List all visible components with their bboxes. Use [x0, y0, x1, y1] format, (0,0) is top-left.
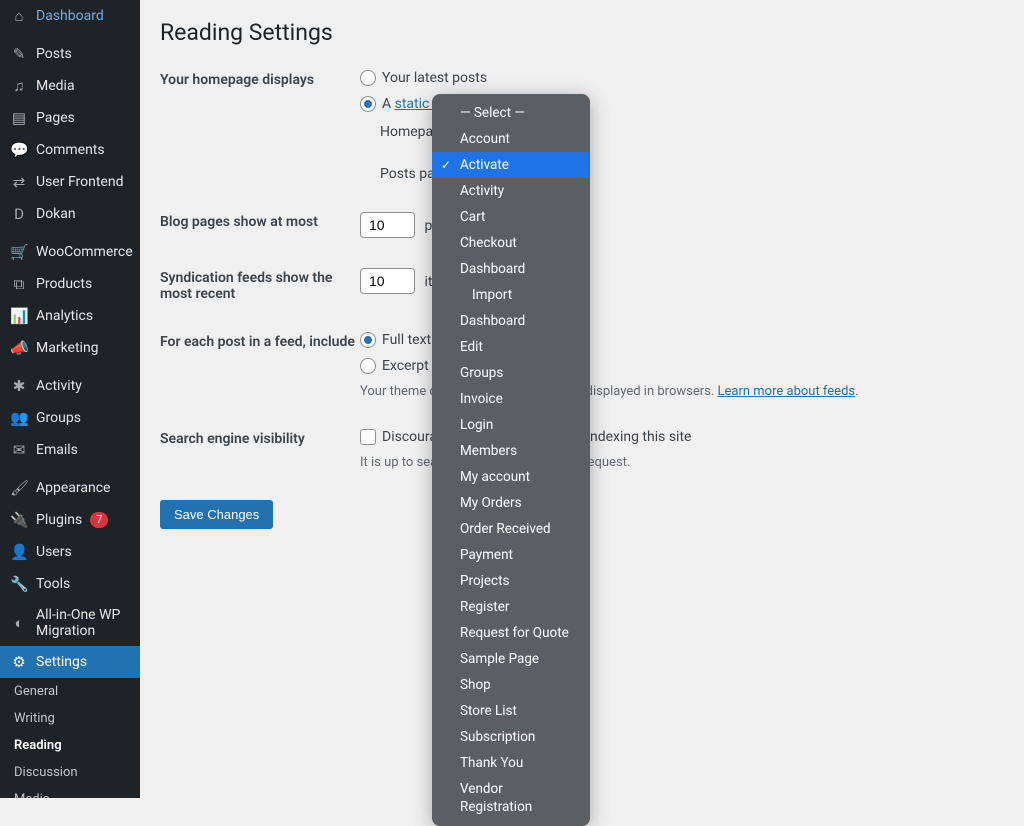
sidebar-item-analytics[interactable]: 📊Analytics: [0, 300, 140, 332]
comments-icon: 💬: [10, 141, 28, 159]
marketing-icon: 📣: [10, 339, 28, 357]
all-in-one-wp-migration-icon: ◐: [10, 614, 28, 632]
sidebar-sub-discussion[interactable]: Discussion: [0, 759, 140, 786]
radio-full-text-label: Full text: [382, 332, 431, 348]
users-icon: 👤: [10, 543, 28, 561]
dropdown-option-login[interactable]: Login: [432, 412, 590, 438]
sidebar-item-user-frontend[interactable]: ⇄User Frontend: [0, 166, 140, 198]
dashboard-icon: ⌂: [10, 7, 28, 25]
sidebar-item-activity[interactable]: ✱Activity: [0, 370, 140, 402]
blog-pages-label: Blog pages show at most: [160, 212, 360, 230]
media-icon: ♫: [10, 77, 28, 95]
sidebar-item-woocommerce[interactable]: 🛒WooCommerce: [0, 236, 140, 268]
sidebar-sub-media[interactable]: Media: [0, 786, 140, 798]
dropdown-option-shop[interactable]: Shop: [432, 672, 590, 698]
radio-latest-posts-label: Your latest posts: [382, 70, 487, 86]
sidebar-item-media[interactable]: ♫Media: [0, 70, 140, 102]
user-frontend-icon: ⇄: [10, 173, 28, 191]
sidebar-item-products[interactable]: ⧉Products: [0, 268, 140, 300]
dropdown-option-account[interactable]: Account: [432, 126, 590, 152]
sidebar-item-all-in-one-wp-migration[interactable]: ◐All-in-One WP Migration: [0, 600, 140, 646]
activity-icon: ✱: [10, 377, 28, 395]
sidebar-sub-reading[interactable]: Reading: [0, 732, 140, 759]
sidebar-item-posts[interactable]: ✎Posts: [0, 38, 140, 70]
discourage-checkbox[interactable]: [360, 429, 376, 445]
syndication-input[interactable]: [360, 268, 415, 294]
groups-icon: 👥: [10, 409, 28, 427]
dropdown-option-register[interactable]: Register: [432, 594, 590, 620]
syndication-label: Syndication feeds show the most recent: [160, 268, 360, 302]
dropdown-option-cart[interactable]: Cart: [432, 204, 590, 230]
dropdown-option-checkout[interactable]: Checkout: [432, 230, 590, 256]
sidebar-item-users[interactable]: 👤Users: [0, 536, 140, 568]
page-title: Reading Settings: [160, 10, 1004, 50]
dropdown-option-members[interactable]: Members: [432, 438, 590, 464]
dropdown-option-my-orders[interactable]: My Orders: [432, 490, 590, 516]
pages-icon: ▤: [10, 109, 28, 127]
dropdown-option-edit[interactable]: Edit: [432, 334, 590, 360]
sidebar-item-plugins[interactable]: 🔌Plugins 7: [0, 504, 140, 536]
admin-sidebar: ⌂Dashboard✎Posts♫Media▤Pages💬Comments⇄Us…: [0, 0, 140, 798]
sidebar-item-appearance[interactable]: 🖌Appearance: [0, 472, 140, 504]
radio-full-text[interactable]: [360, 332, 376, 348]
dropdown-option-import[interactable]: Import: [432, 282, 590, 308]
dropdown-option-order-received[interactable]: Order Received: [432, 516, 590, 542]
sidebar-sub-general[interactable]: General: [0, 678, 140, 705]
save-changes-button[interactable]: Save Changes: [160, 500, 273, 529]
dropdown-option-thank-you[interactable]: Thank You: [432, 750, 590, 776]
dropdown-option-my-account[interactable]: My account: [432, 464, 590, 490]
blog-pages-input[interactable]: [360, 212, 415, 238]
dropdown-option-subscription[interactable]: Subscription: [432, 724, 590, 750]
dropdown-option-payment[interactable]: Payment: [432, 542, 590, 568]
search-visibility-label: Search engine visibility: [160, 429, 360, 447]
page-select-dropdown[interactable]: — Select —AccountActivateActivityCartChe…: [432, 94, 590, 826]
sidebar-item-settings[interactable]: ⚙Settings: [0, 646, 140, 678]
radio-static-page[interactable]: [360, 96, 376, 112]
woocommerce-icon: 🛒: [10, 243, 28, 261]
plugins-icon: 🔌: [10, 511, 28, 529]
sidebar-item-groups[interactable]: 👥Groups: [0, 402, 140, 434]
learn-more-feeds-link[interactable]: Learn more about feeds: [718, 384, 856, 399]
sidebar-sub-writing[interactable]: Writing: [0, 705, 140, 732]
sidebar-item-dashboard[interactable]: ⌂Dashboard: [0, 0, 140, 32]
appearance-icon: 🖌: [10, 479, 28, 497]
posts-icon: ✎: [10, 45, 28, 63]
dropdown-option-request-for-quote[interactable]: Request for Quote: [432, 620, 590, 646]
dropdown-option-dashboard[interactable]: Dashboard: [432, 308, 590, 334]
update-badge: 7: [90, 512, 108, 528]
settings-icon: ⚙: [10, 653, 28, 671]
emails-icon: ✉: [10, 441, 28, 459]
radio-excerpt-label: Excerpt: [382, 358, 429, 374]
sidebar-item-dokan[interactable]: DDokan: [0, 198, 140, 230]
dropdown-option-groups[interactable]: Groups: [432, 360, 590, 386]
sidebar-item-tools[interactable]: 🔧Tools: [0, 568, 140, 600]
dropdown-option-activity[interactable]: Activity: [432, 178, 590, 204]
dropdown-option-invoice[interactable]: Invoice: [432, 386, 590, 412]
sidebar-item-pages[interactable]: ▤Pages: [0, 102, 140, 134]
sidebar-item-marketing[interactable]: 📣Marketing: [0, 332, 140, 364]
dokan-icon: D: [10, 205, 28, 223]
homepage-displays-label: Your homepage displays: [160, 70, 360, 88]
dropdown-option-vendor-registration[interactable]: Vendor Registration: [432, 776, 590, 820]
dropdown-option-projects[interactable]: Projects: [432, 568, 590, 594]
products-icon: ⧉: [10, 275, 28, 293]
dropdown-option-dashboard[interactable]: Dashboard: [432, 256, 590, 282]
dropdown-option-activate[interactable]: Activate: [432, 152, 590, 178]
tools-icon: 🔧: [10, 575, 28, 593]
analytics-icon: 📊: [10, 307, 28, 325]
dropdown-option--select-[interactable]: — Select —: [432, 100, 590, 126]
sidebar-item-emails[interactable]: ✉Emails: [0, 434, 140, 466]
dropdown-option-sample-page[interactable]: Sample Page: [432, 646, 590, 672]
dropdown-option-store-list[interactable]: Store List: [432, 698, 590, 724]
feed-include-label: For each post in a feed, include: [160, 332, 360, 350]
radio-excerpt[interactable]: [360, 358, 376, 374]
radio-latest-posts[interactable]: [360, 70, 376, 86]
sidebar-item-comments[interactable]: 💬Comments: [0, 134, 140, 166]
